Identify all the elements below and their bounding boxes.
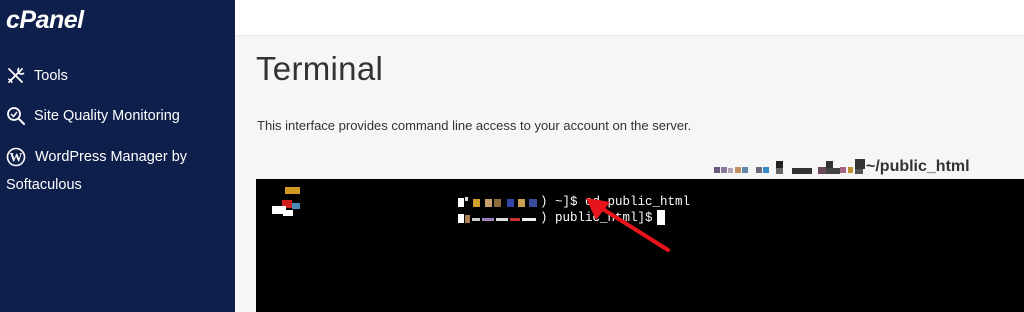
cpanel-logo[interactable]: cPanel bbox=[6, 6, 84, 35]
top-bar bbox=[235, 0, 1024, 36]
tools-icon bbox=[7, 67, 25, 84]
path-text: ~/public_html bbox=[866, 158, 970, 175]
redacted-prompt bbox=[454, 212, 540, 224]
page-description: This interface provides command line acc… bbox=[257, 118, 692, 133]
redacted-blocks bbox=[256, 179, 416, 219]
redacted-username-mosaic bbox=[712, 157, 866, 177]
site-quality-icon bbox=[7, 107, 25, 125]
sidebar-item-label: Tools bbox=[34, 68, 68, 84]
wordpress-icon: W bbox=[6, 147, 26, 167]
sidebar-item-wordpress-manager[interactable]: W WordPress Manager by Softaculous bbox=[6, 143, 231, 199]
svg-text:W: W bbox=[10, 150, 23, 165]
sidebar: cPanel Tools Site Quality Monitoring W W… bbox=[0, 0, 235, 312]
sidebar-item-site-quality-monitoring[interactable]: Site Quality Monitoring bbox=[6, 102, 180, 130]
sidebar-item-label: Site Quality Monitoring bbox=[34, 108, 180, 124]
page-title: Terminal bbox=[256, 50, 384, 87]
red-arrow-annotation bbox=[586, 198, 670, 252]
current-path: ~/public_html bbox=[712, 156, 970, 178]
sidebar-item-label: WordPress Manager by Softaculous bbox=[6, 149, 188, 193]
sidebar-item-tools[interactable]: Tools bbox=[6, 62, 68, 90]
